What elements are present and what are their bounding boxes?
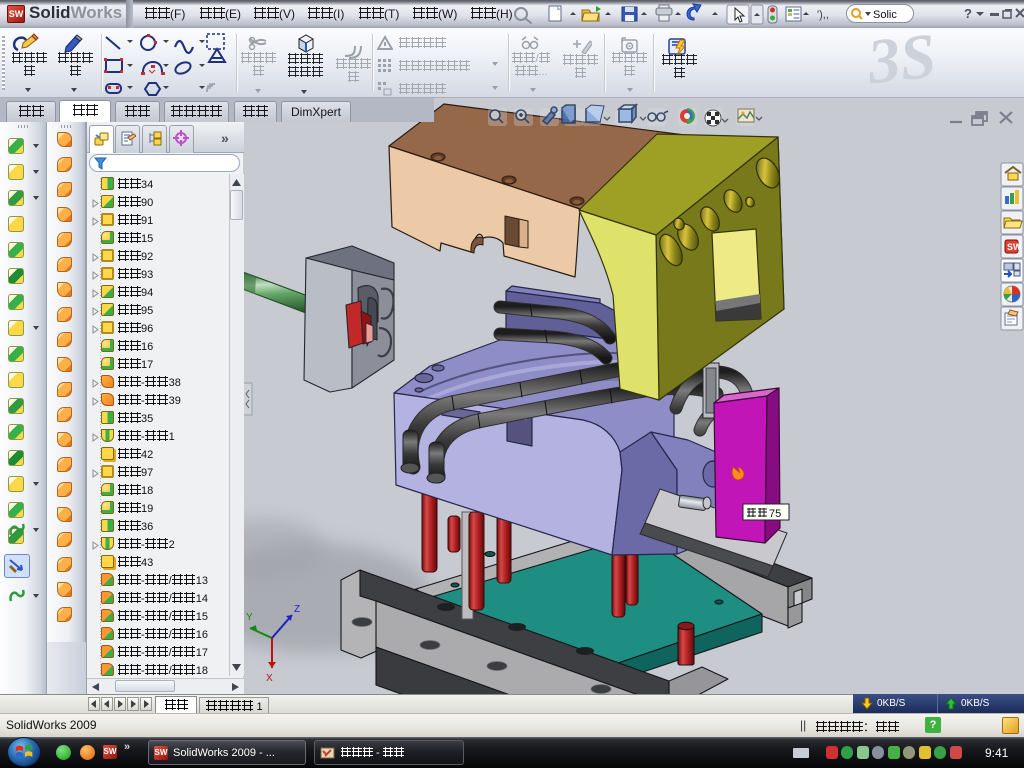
svg-text:'),,: '),, <box>817 9 829 21</box>
svg-text:Z: Z <box>294 604 300 615</box>
svg-text:X: X <box>266 673 273 684</box>
svg-text:Solic: Solic <box>873 9 897 21</box>
svg-text:SW: SW <box>1007 242 1022 252</box>
svg-text:75: 75 <box>769 508 781 520</box>
svg-text:Y: Y <box>246 612 253 623</box>
